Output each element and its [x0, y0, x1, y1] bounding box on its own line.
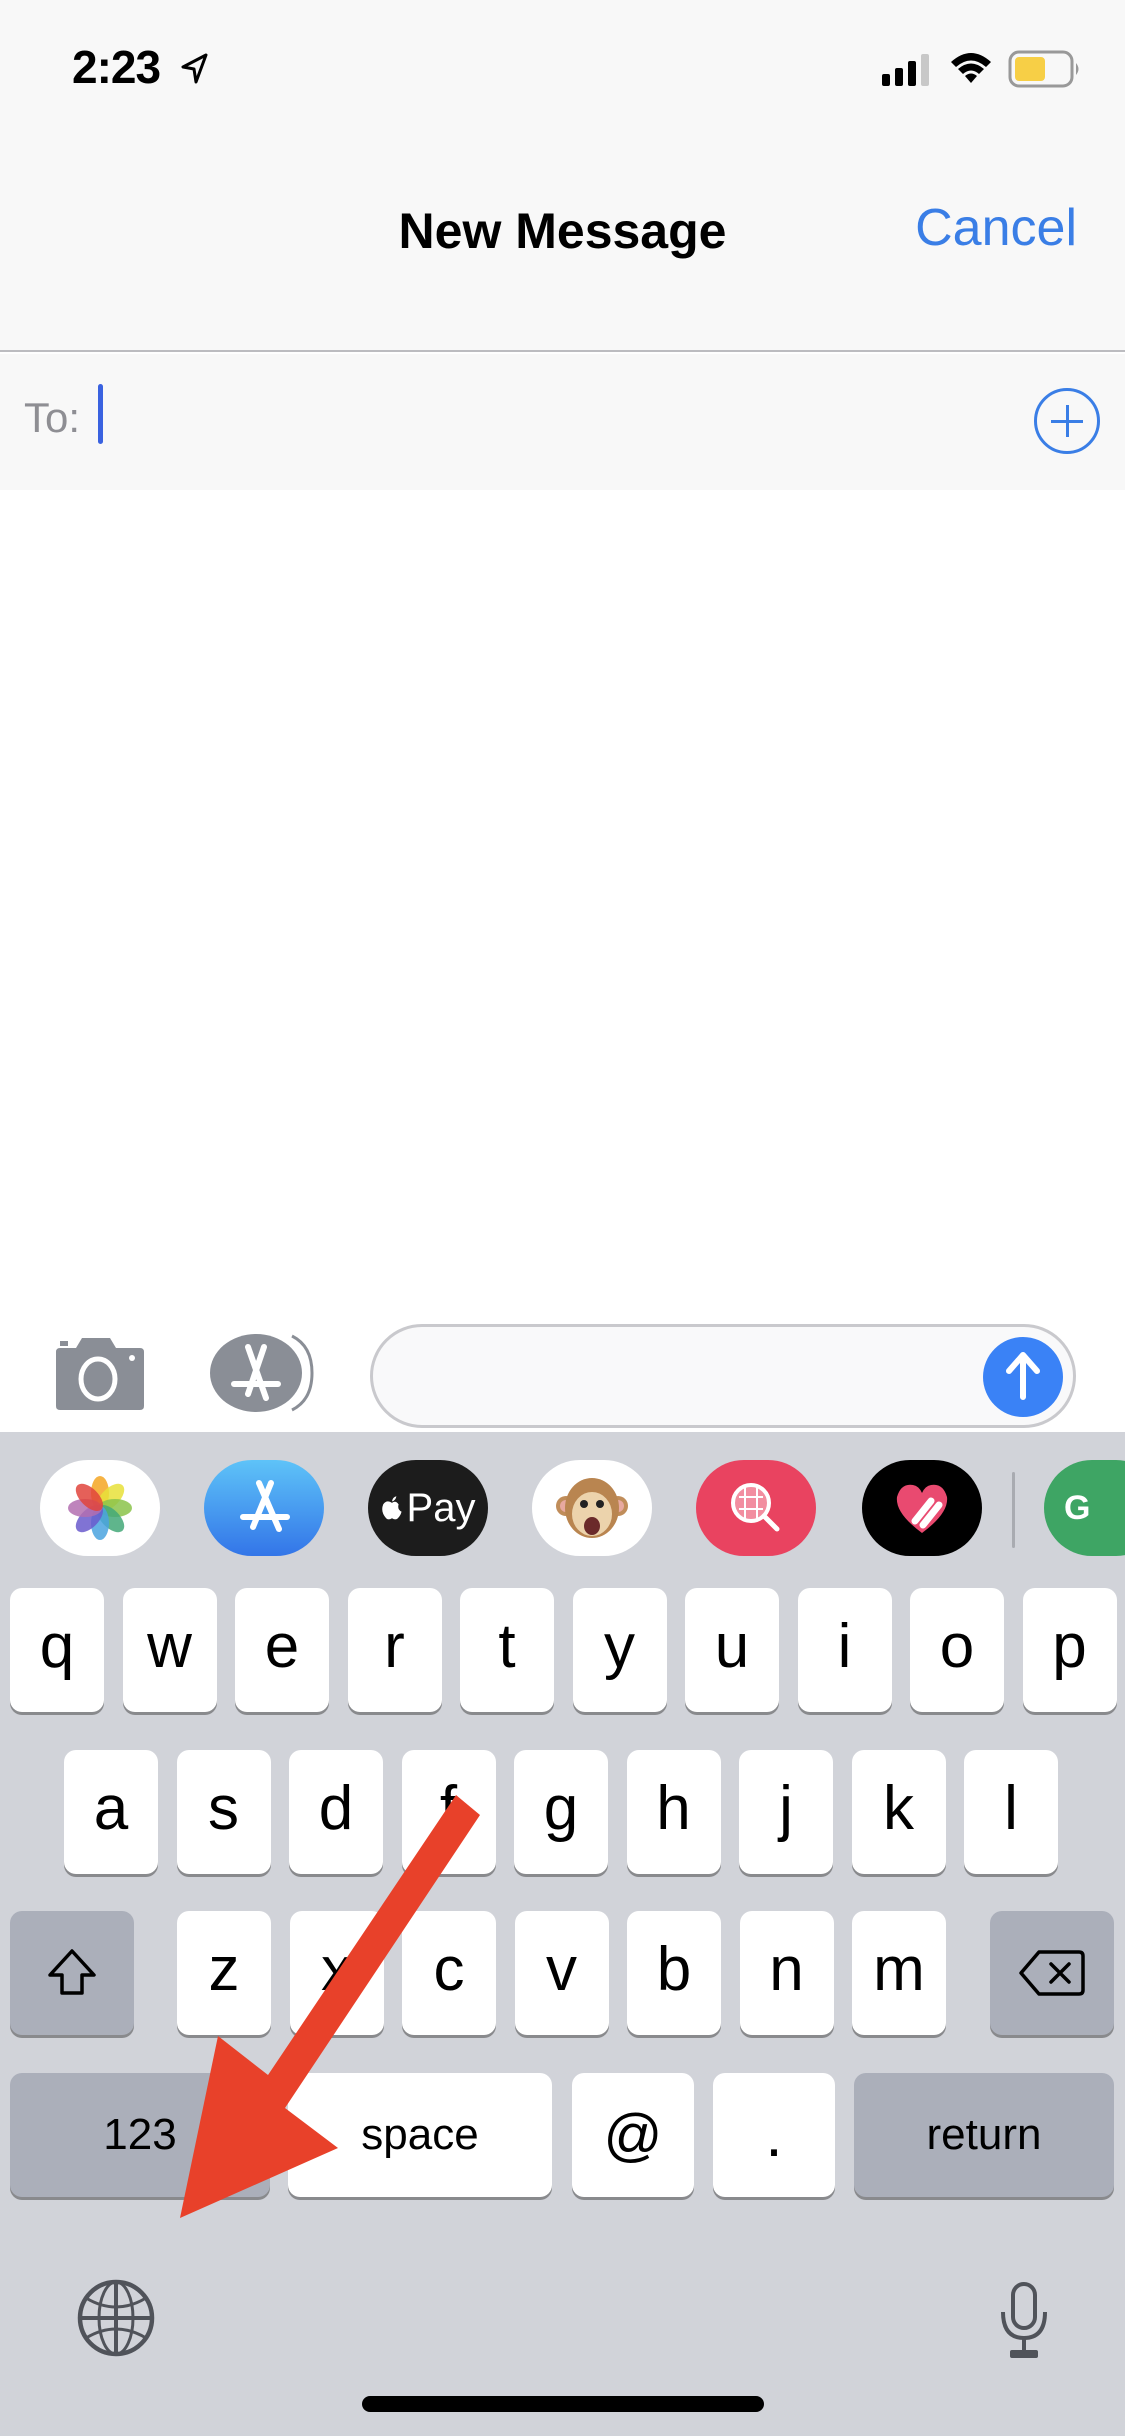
imessage-app-strip: Pay G	[0, 1460, 1125, 1560]
recipient-input[interactable]	[110, 374, 1010, 464]
delete-key[interactable]	[990, 1911, 1114, 2035]
app-store-icon[interactable]	[208, 1332, 320, 1414]
key-x[interactable]: x	[289, 1911, 384, 2035]
period-key[interactable]: .	[713, 2073, 835, 2197]
battery-icon	[1008, 50, 1079, 88]
app-animoji[interactable]	[532, 1460, 652, 1556]
photos-icon	[68, 1476, 132, 1540]
key-c[interactable]: c	[402, 1911, 496, 2035]
heart-touch-icon	[896, 1484, 948, 1533]
status-time: 2:23	[72, 41, 161, 93]
key-b[interactable]: b	[627, 1911, 721, 2035]
apple-pay-label: Pay	[406, 1485, 476, 1530]
key-i[interactable]: i	[797, 1588, 892, 1712]
apple-pay-icon	[381, 1496, 402, 1520]
globe-icon[interactable]	[74, 2276, 158, 2360]
return-key[interactable]: return	[854, 2073, 1114, 2197]
message-input[interactable]	[403, 1337, 983, 1417]
app-photos[interactable]	[40, 1460, 160, 1556]
space-key[interactable]: space	[288, 2073, 552, 2197]
app-digital-touch[interactable]	[862, 1460, 982, 1556]
key-a[interactable]: a	[64, 1750, 158, 1874]
location-arrow-icon	[181, 53, 208, 84]
key-z[interactable]: z	[177, 1911, 271, 2035]
delete-icon	[1019, 1950, 1085, 1996]
send-button[interactable]	[983, 1337, 1063, 1417]
key-l[interactable]: l	[964, 1750, 1058, 1874]
home-indicator[interactable]	[362, 2396, 764, 2412]
camera-icon[interactable]	[50, 1336, 148, 1412]
key-v[interactable]: v	[514, 1911, 609, 2035]
key-p[interactable]: p	[1022, 1588, 1117, 1712]
signal-icon	[882, 54, 929, 86]
shift-key[interactable]	[10, 1911, 134, 2035]
message-field	[370, 1324, 1076, 1428]
key-g[interactable]: g	[514, 1750, 608, 1874]
shift-icon	[48, 1949, 96, 1995]
google-maps-icon: G	[1064, 1488, 1091, 1527]
key-y[interactable]: y	[572, 1588, 667, 1712]
key-t[interactable]: t	[460, 1588, 554, 1712]
key-k[interactable]: k	[851, 1750, 946, 1874]
to-label: To:	[24, 394, 81, 441]
app-store-icon	[240, 1480, 290, 1532]
recipient-row: To:	[0, 354, 1125, 490]
add-contact-button[interactable]	[1034, 388, 1100, 454]
key-e[interactable]: e	[235, 1588, 329, 1712]
app-google-maps[interactable]: G	[1044, 1460, 1125, 1556]
key-m[interactable]: m	[852, 1911, 946, 2035]
arrow-up-icon	[1006, 1352, 1040, 1400]
key-r[interactable]: r	[347, 1588, 442, 1712]
numbers-key[interactable]: 123	[10, 2073, 270, 2197]
key-w[interactable]: w	[122, 1588, 217, 1712]
nav-bar: New Message Cancel	[0, 130, 1125, 352]
key-j[interactable]: j	[739, 1750, 833, 1874]
compose-bar	[0, 1310, 1125, 1432]
cancel-button[interactable]: Cancel	[915, 198, 1077, 258]
keyboard: Pay G q w e r t y u i o p a s d f g h j …	[0, 1432, 1125, 2436]
key-d[interactable]: d	[289, 1750, 383, 1874]
key-u[interactable]: u	[685, 1588, 779, 1712]
microphone-icon[interactable]	[996, 2280, 1052, 2362]
at-key[interactable]: @	[572, 2073, 694, 2197]
app-apple-pay[interactable]: Pay	[368, 1460, 488, 1556]
globe-search-icon	[731, 1483, 780, 1532]
conversation-area	[0, 490, 1125, 1310]
key-s[interactable]: s	[176, 1750, 271, 1874]
monkey-animoji-icon	[556, 1478, 628, 1538]
key-q[interactable]: q	[10, 1588, 104, 1712]
app-strip-divider	[1012, 1472, 1015, 1548]
status-bar: 2:23	[0, 0, 1125, 130]
wifi-icon	[951, 53, 991, 83]
key-o[interactable]: o	[910, 1588, 1004, 1712]
text-cursor	[98, 384, 103, 444]
app-app-store[interactable]	[204, 1460, 324, 1556]
app-image-search[interactable]	[696, 1460, 816, 1556]
key-n[interactable]: n	[739, 1911, 834, 2035]
key-f[interactable]: f	[401, 1750, 496, 1874]
key-h[interactable]: h	[626, 1750, 721, 1874]
